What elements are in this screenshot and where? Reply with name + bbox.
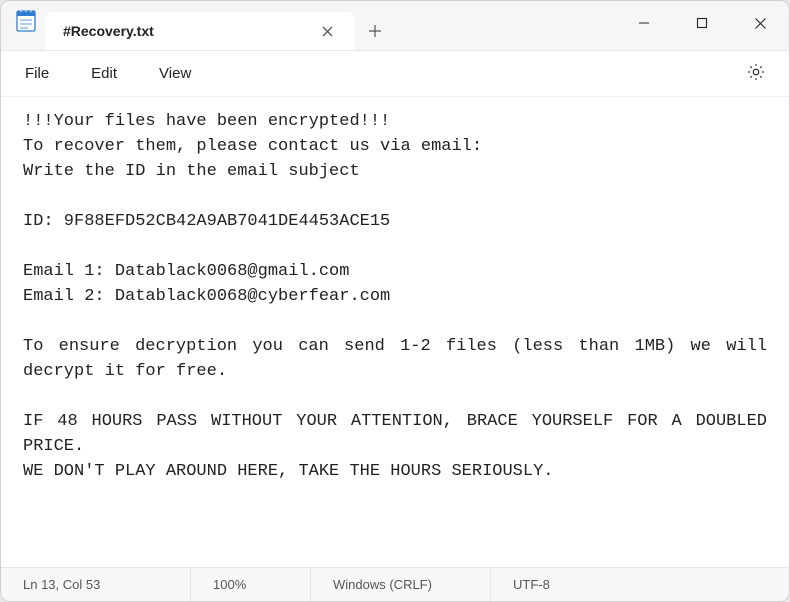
menubar: File Edit View xyxy=(1,51,789,97)
status-line-ending: Windows (CRLF) xyxy=(311,568,491,601)
settings-button[interactable] xyxy=(741,59,771,89)
menu-edit[interactable]: Edit xyxy=(85,61,123,86)
status-encoding: UTF-8 xyxy=(491,568,611,601)
gear-icon xyxy=(746,62,766,86)
document-tab[interactable]: #Recovery.txt xyxy=(45,12,355,50)
menu-view[interactable]: View xyxy=(153,61,197,86)
notepad-window: #Recovery.txt File Edit View xyxy=(0,0,790,602)
window-controls xyxy=(615,1,789,51)
tab-title: #Recovery.txt xyxy=(63,23,313,39)
titlebar: #Recovery.txt xyxy=(1,1,789,51)
status-position: Ln 13, Col 53 xyxy=(1,568,191,601)
close-window-button[interactable] xyxy=(731,1,789,45)
status-zoom[interactable]: 100% xyxy=(191,568,311,601)
text-area[interactable]: !!!Your files have been encrypted!!! To … xyxy=(1,97,789,567)
minimize-button[interactable] xyxy=(615,1,673,45)
maximize-button[interactable] xyxy=(673,1,731,45)
notepad-icon xyxy=(15,7,37,33)
statusbar: Ln 13, Col 53 100% Windows (CRLF) UTF-8 xyxy=(1,567,789,601)
new-tab-button[interactable] xyxy=(355,12,395,50)
close-tab-icon[interactable] xyxy=(313,17,341,45)
menu-file[interactable]: File xyxy=(19,61,55,86)
